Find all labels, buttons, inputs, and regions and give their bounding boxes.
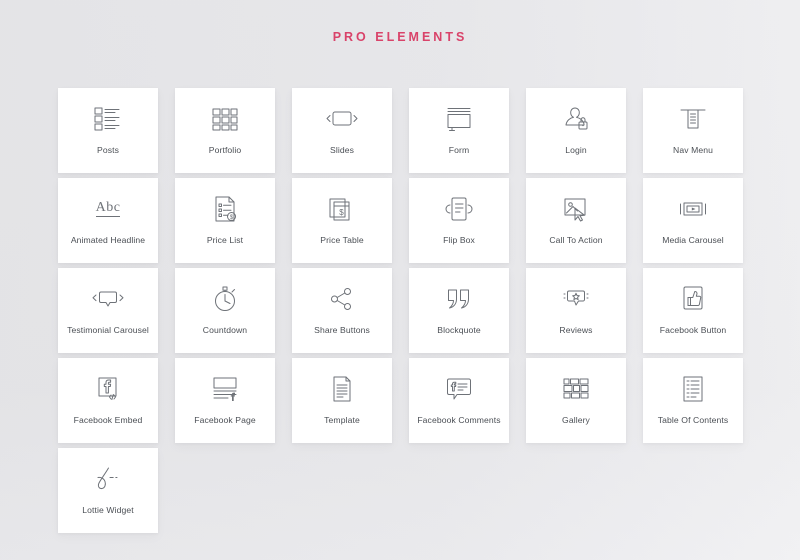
testimonial-carousel-icon: [88, 282, 128, 316]
elements-grid: Posts Portfolio Slides Form Login Nav Me…: [58, 88, 743, 533]
element-card-label: Animated Headline: [70, 235, 146, 245]
page-title: PRO ELEMENTS: [332, 30, 468, 44]
facebook-button-icon: [673, 282, 713, 316]
gallery-icon: [556, 372, 596, 406]
login-icon: [556, 102, 596, 136]
call-to-action-icon: [556, 192, 596, 226]
element-card-label: Facebook Button: [659, 325, 727, 335]
element-card[interactable]: Countdown: [175, 268, 275, 353]
element-card[interactable]: Lottie Widget: [58, 448, 158, 533]
portfolio-icon: [205, 102, 245, 136]
element-card-label: Flip Box: [443, 235, 475, 245]
element-card-label: Call To Action: [549, 235, 603, 245]
reviews-icon: [556, 282, 596, 316]
element-card[interactable]: Form: [409, 88, 509, 173]
template-icon: [322, 372, 362, 406]
lottie-widget-icon: [88, 462, 128, 496]
element-card-label: Template: [324, 415, 360, 425]
element-card-label: Slides: [329, 145, 354, 155]
element-card[interactable]: Call To Action: [526, 178, 626, 263]
element-card[interactable]: Reviews: [526, 268, 626, 353]
price-list-icon: $: [205, 192, 245, 226]
element-card[interactable]: Gallery: [526, 358, 626, 443]
facebook-comments-icon: [439, 372, 479, 406]
element-card[interactable]: Template: [292, 358, 392, 443]
element-card[interactable]: Nav Menu: [643, 88, 743, 173]
facebook-embed-icon: [88, 372, 128, 406]
element-card-label: Reviews: [559, 325, 593, 335]
element-card[interactable]: Blockquote: [409, 268, 509, 353]
element-card-label: Posts: [97, 145, 119, 155]
element-card-label: Share Buttons: [314, 325, 370, 335]
countdown-icon: [205, 282, 245, 316]
facebook-page-icon: [205, 372, 245, 406]
element-card-label: Table Of Contents: [657, 415, 729, 425]
element-card[interactable]: Login: [526, 88, 626, 173]
share-buttons-icon: [322, 282, 362, 316]
element-card-label: Gallery: [562, 415, 590, 425]
element-card[interactable]: Facebook Button: [643, 268, 743, 353]
element-card[interactable]: Facebook Embed: [58, 358, 158, 443]
element-card[interactable]: Facebook Comments: [409, 358, 509, 443]
nav-menu-icon: [673, 102, 713, 136]
table-of-contents-icon: [673, 372, 713, 406]
element-card-label: Facebook Comments: [417, 415, 501, 425]
element-card[interactable]: $ Price Table: [292, 178, 392, 263]
element-card-label: Testimonial Carousel: [67, 325, 149, 335]
slides-icon: [322, 102, 362, 136]
element-card-label: Blockquote: [437, 325, 481, 335]
element-card[interactable]: Portfolio: [175, 88, 275, 173]
price-table-icon: $: [322, 192, 362, 226]
element-card-label: Media Carousel: [662, 235, 724, 245]
flip-box-icon: [439, 192, 479, 226]
posts-icon: [88, 102, 128, 136]
element-card[interactable]: Flip Box: [409, 178, 509, 263]
element-card[interactable]: Table Of Contents: [643, 358, 743, 443]
element-card[interactable]: Abc Animated Headline: [58, 178, 158, 263]
element-card[interactable]: Facebook Page: [175, 358, 275, 443]
element-card[interactable]: Share Buttons: [292, 268, 392, 353]
element-card[interactable]: Posts: [58, 88, 158, 173]
element-card-label: Facebook Embed: [73, 415, 143, 425]
element-card-label: Price List: [206, 235, 244, 245]
svg-text:$: $: [339, 208, 344, 217]
form-icon: [439, 102, 479, 136]
element-card-label: Login: [565, 145, 587, 155]
pro-elements-page: PRO ELEMENTS Posts Portfolio Slides Form…: [0, 0, 800, 560]
media-carousel-icon: [673, 192, 713, 226]
element-card[interactable]: Slides: [292, 88, 392, 173]
element-card-label: Lottie Widget: [82, 505, 134, 515]
element-card-label: Portfolio: [208, 145, 242, 155]
element-card[interactable]: Media Carousel: [643, 178, 743, 263]
element-card-label: Price Table: [320, 235, 364, 245]
element-card-label: Form: [448, 145, 470, 155]
animated-headline-icon: Abc: [95, 200, 121, 217]
element-card-label: Nav Menu: [673, 145, 713, 155]
element-card-label: Countdown: [202, 325, 248, 335]
blockquote-icon: [439, 282, 479, 316]
element-card[interactable]: $ Price List: [175, 178, 275, 263]
element-card-label: Facebook Page: [194, 415, 256, 425]
element-card[interactable]: Testimonial Carousel: [58, 268, 158, 353]
